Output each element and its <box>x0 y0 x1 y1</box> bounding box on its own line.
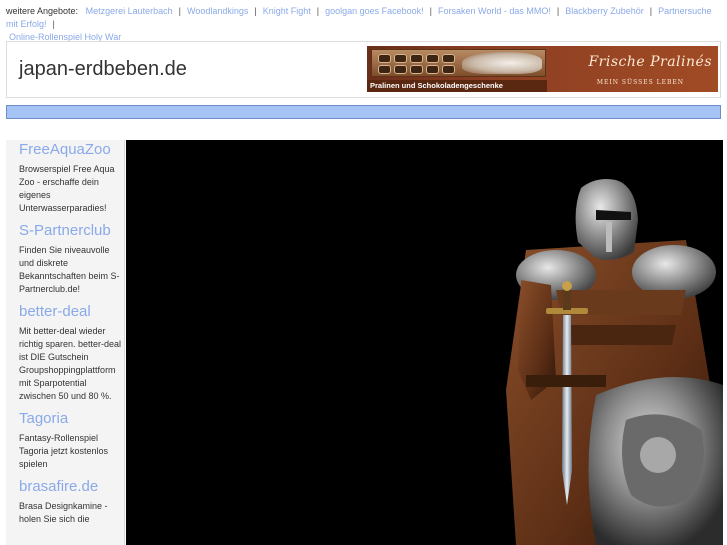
sidebar-link-better-deal[interactable]: better-deal <box>19 303 124 321</box>
sidebar-link-tagoria[interactable]: Tagoria <box>19 410 124 428</box>
sidebar-item-tagoria: Tagoria Fantasy-Rollenspiel Tagoria jetz… <box>19 410 124 471</box>
sidebar-desc: Brasa Designkamine - holen Sie sich die <box>19 501 108 524</box>
hero-image[interactable] <box>126 140 723 545</box>
separator: | <box>52 19 55 29</box>
sidebar-link-s-partnerclub[interactable]: S-Partnerclub <box>19 222 124 240</box>
separator: | <box>316 6 320 16</box>
sidebar-link-freeaquazoo[interactable]: FreeAquaZoo <box>19 141 124 159</box>
sidebar-item-better-deal: better-deal Mit better-deal wieder richt… <box>19 303 124 403</box>
top-links-lead: weitere Angebote: <box>6 6 79 16</box>
top-link-blackberry[interactable]: Blackberry Zubehör <box>565 6 644 16</box>
sidebar-link-brasafire[interactable]: brasafire.de <box>19 478 124 496</box>
banner-caption: Pralinen und Schokoladengeschenke <box>367 80 547 92</box>
separator: | <box>178 6 181 16</box>
sidebar-desc: Finden Sie niveauvolle und diskrete Beka… <box>19 245 120 294</box>
chocolate-shoe-image <box>462 52 542 74</box>
separator: | <box>254 6 257 16</box>
sidebar-desc: Fantasy-Rollenspiel Tagoria jetzt kosten… <box>19 433 109 469</box>
top-link-goolgan[interactable]: goolgan goes Facebook! <box>325 6 424 16</box>
sidebar-item-freeaquazoo: FreeAquaZoo Browserspiel Free Aqua Zoo -… <box>19 141 124 215</box>
nav-bar <box>6 105 721 119</box>
top-links-bar: weitere Angebote: Metzgerei Lauterbach | W… <box>6 5 721 44</box>
praline-ad-banner[interactable]: Frische Pralinés Mein süßes Leben Pralin… <box>367 46 718 92</box>
separator: | <box>429 6 432 16</box>
sidebar-desc: Mit better-deal wieder richtig sparen. b… <box>19 326 122 401</box>
sidebar-item-brasafire: brasafire.de Brasa Designkamine - holen … <box>19 478 124 526</box>
sidebar-item-s-partnerclub: S-Partnerclub Finden Sie niveauvolle und… <box>19 222 124 296</box>
banner-brand: Frische Pralinés <box>588 54 712 70</box>
top-link-metzgerei[interactable]: Metzgerei Lauterbach <box>86 6 173 16</box>
banner-tagline: Mein süßes Leben <box>596 79 684 86</box>
top-link-woodlandkings[interactable]: Woodlandkings <box>187 6 248 16</box>
separator: | <box>556 6 560 16</box>
warrior-illustration <box>506 179 723 545</box>
site-header: japan-erdbeben.de Frische Pralinés Mein … <box>6 41 721 98</box>
sidebar: FreeAquaZoo Browserspiel Free Aqua Zoo -… <box>6 140 125 545</box>
separator: | <box>649 6 653 16</box>
site-title[interactable]: japan-erdbeben.de <box>19 58 187 81</box>
top-link-forsaken-world[interactable]: Forsaken World - das MMO! <box>438 6 551 16</box>
top-link-knight-fight[interactable]: Knight Fight <box>263 6 311 16</box>
sidebar-desc: Browserspiel Free Aqua Zoo - erschaffe d… <box>19 164 115 213</box>
